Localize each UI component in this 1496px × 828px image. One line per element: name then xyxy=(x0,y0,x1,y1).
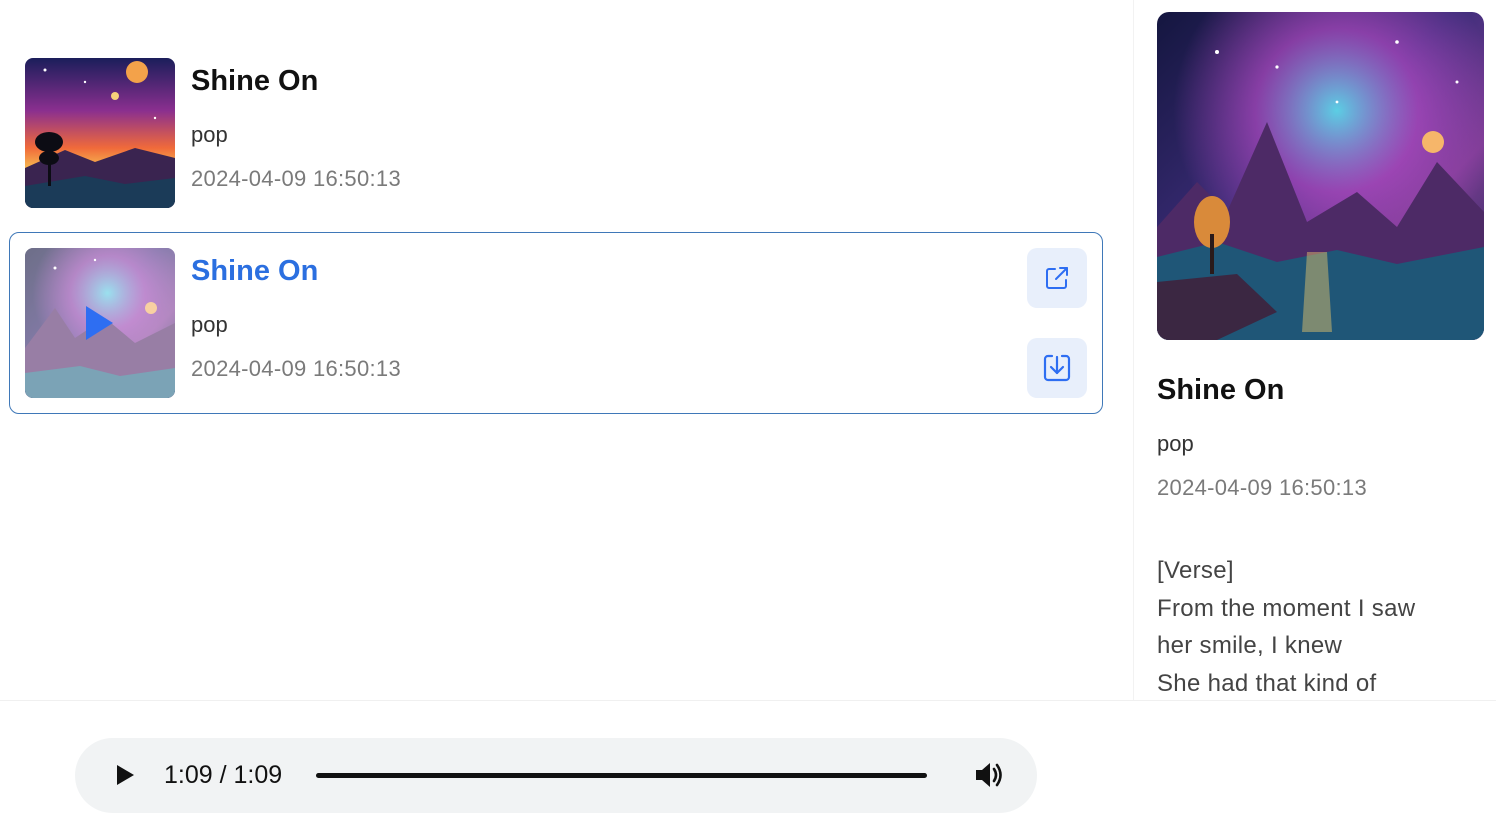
song-genre: pop xyxy=(191,312,228,337)
player-bar: 1:09 / 1:09 xyxy=(0,700,1496,828)
audio-player: 1:09 / 1:09 xyxy=(75,738,1037,813)
seek-progress xyxy=(316,773,927,778)
song-title[interactable]: Shine On xyxy=(191,65,318,98)
volume-icon[interactable] xyxy=(972,758,1006,792)
detail-date: 2024-04-09 16:50:13 xyxy=(1157,475,1367,500)
play-icon[interactable] xyxy=(117,765,134,785)
song-card[interactable]: Shine On pop 2024-04-09 16:50:13 xyxy=(9,42,1103,224)
song-genre: pop xyxy=(191,122,228,147)
detail-title: Shine On xyxy=(1157,374,1285,406)
song-title[interactable]: Shine On xyxy=(191,255,318,288)
seek-bar[interactable] xyxy=(316,773,927,778)
song-detail-panel: Shine On pop 2024-04-09 16:50:13 [Verse]… xyxy=(1157,0,1496,700)
audio-time: 1:09 / 1:09 xyxy=(164,761,283,789)
panel-divider xyxy=(1133,0,1134,700)
cover-art[interactable] xyxy=(25,248,175,398)
cover-art[interactable] xyxy=(25,58,175,208)
play-icon[interactable] xyxy=(86,306,113,340)
song-date: 2024-04-09 16:50:13 xyxy=(191,356,401,381)
share-button[interactable] xyxy=(1027,248,1087,308)
song-date: 2024-04-09 16:50:13 xyxy=(191,166,401,191)
lyrics-line: her smile, I knew xyxy=(1157,632,1343,659)
download-icon xyxy=(1043,354,1071,382)
lyrics-line: From the moment I saw xyxy=(1157,594,1416,622)
detail-genre: pop xyxy=(1157,431,1194,456)
song-list: Shine On pop 2024-04-09 16:50:13 Shine O… xyxy=(0,0,1112,700)
external-link-icon xyxy=(1046,267,1068,289)
download-button[interactable] xyxy=(1027,338,1087,398)
lyrics-line: [Verse] xyxy=(1157,557,1234,584)
song-card-selected[interactable]: Shine On pop 2024-04-09 16:50:13 xyxy=(9,232,1103,414)
detail-cover-art xyxy=(1157,12,1484,340)
lyrics: [Verse] From the moment I saw her smile,… xyxy=(1157,552,1467,700)
lyrics-line: She had that kind of xyxy=(1157,669,1377,697)
